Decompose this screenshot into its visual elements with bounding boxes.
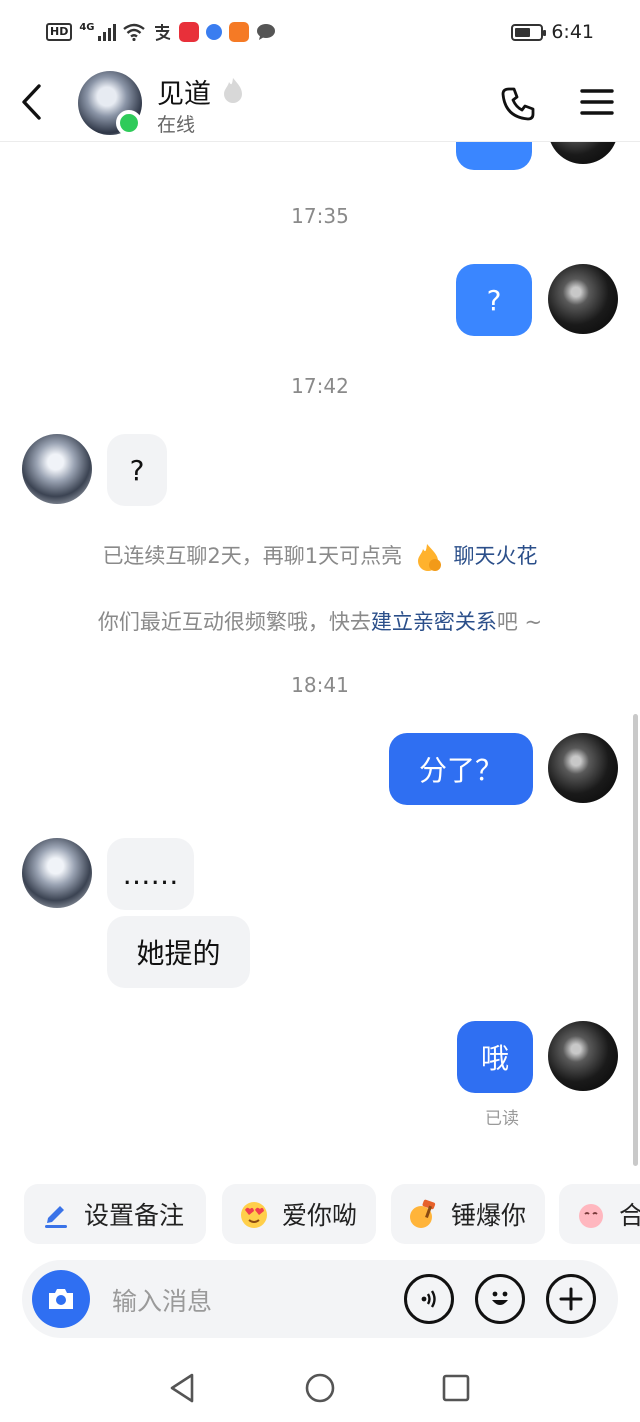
self-avatar[interactable] bbox=[548, 733, 618, 803]
flame-icon bbox=[417, 544, 441, 571]
emoji-button[interactable] bbox=[475, 1274, 525, 1324]
message-input-bar: 输入消息 bbox=[22, 1260, 618, 1338]
hammer-emoji-icon bbox=[410, 1199, 436, 1228]
timestamp: 17:42 bbox=[291, 374, 349, 398]
system-nav-bar bbox=[0, 1352, 640, 1422]
battery-icon bbox=[511, 23, 547, 41]
chat-spark-icon[interactable] bbox=[220, 76, 246, 104]
received-message[interactable]: ? bbox=[107, 434, 167, 506]
more-button[interactable] bbox=[546, 1274, 596, 1324]
spark-streak-notice: 已连续互聊2天，再聊1天可点亮 聊天火花 bbox=[0, 540, 640, 572]
contact-avatar[interactable] bbox=[22, 434, 92, 504]
message-input[interactable]: 输入消息 bbox=[112, 1282, 212, 1318]
call-button[interactable] bbox=[500, 86, 536, 126]
app-icon bbox=[178, 22, 199, 42]
back-button[interactable] bbox=[16, 82, 46, 122]
chat-messages[interactable]: 17:35 ? 17:42 ? 已连续互聊2天，再聊1天可点亮 聊天火花 你们最… bbox=[0, 142, 640, 1178]
set-remark-chip[interactable]: 设置备注 bbox=[24, 1184, 206, 1244]
browser-icon bbox=[205, 24, 222, 40]
triangle-back-icon bbox=[170, 1373, 194, 1403]
more-chip[interactable]: 合 bbox=[559, 1184, 640, 1244]
chip-label: 设置备注 bbox=[84, 1201, 185, 1230]
blush-emoji-icon bbox=[579, 1204, 603, 1228]
online-status-dot bbox=[116, 110, 142, 136]
camera-icon bbox=[49, 1289, 73, 1309]
message-bubble-partial[interactable] bbox=[456, 142, 532, 170]
read-receipt: 已读 bbox=[485, 1109, 519, 1129]
contact-avatar[interactable] bbox=[22, 838, 92, 908]
voice-button[interactable] bbox=[404, 1274, 454, 1324]
square-recents-icon bbox=[442, 1374, 470, 1402]
plus-icon bbox=[559, 1287, 583, 1311]
build-relationship-link[interactable]: 建立亲密关系 bbox=[371, 610, 497, 634]
chip-label: 合 bbox=[619, 1201, 640, 1230]
self-avatar[interactable] bbox=[548, 264, 618, 334]
chip-label: 爱你呦 bbox=[282, 1201, 358, 1230]
timestamp: 17:35 bbox=[291, 204, 349, 228]
camera-button[interactable] bbox=[32, 1270, 90, 1328]
voice-icon bbox=[421, 1290, 436, 1308]
clock: 6:41 bbox=[551, 21, 594, 43]
hd-icon: HD bbox=[46, 23, 73, 41]
chat-header: 见道 在线 bbox=[0, 64, 640, 142]
chevron-left-icon bbox=[22, 84, 41, 120]
chip-label: 锤爆你 bbox=[451, 1201, 527, 1230]
pencil-icon bbox=[45, 1206, 67, 1228]
alipay-icon bbox=[154, 24, 170, 41]
menu-icon bbox=[580, 89, 614, 115]
sent-message[interactable]: ? bbox=[456, 264, 532, 336]
signal-icon bbox=[97, 23, 116, 41]
scrollbar[interactable] bbox=[633, 714, 638, 1166]
chat-spark-link[interactable]: 聊天火花 bbox=[454, 544, 538, 568]
love-emoji-icon bbox=[241, 1202, 267, 1228]
received-message[interactable]: 她提的 bbox=[107, 916, 250, 988]
phone-icon bbox=[501, 87, 535, 121]
self-avatar[interactable] bbox=[548, 1021, 618, 1091]
nav-home-button[interactable] bbox=[302, 1370, 338, 1406]
self-avatar[interactable] bbox=[548, 142, 618, 164]
intimacy-text: 你们最近互动很频繁哦，快去 bbox=[97, 610, 371, 634]
contact-name[interactable]: 见道 bbox=[157, 72, 211, 111]
contact-status: 在线 bbox=[157, 114, 196, 136]
smash-you-chip[interactable]: 锤爆你 bbox=[391, 1184, 545, 1244]
network-label: 4G bbox=[79, 21, 95, 33]
circle-home-icon bbox=[305, 1373, 335, 1403]
quick-actions-bar: 设置备注 爱你呦 锤爆你 合 bbox=[0, 1182, 640, 1246]
received-message[interactable]: …… bbox=[107, 838, 194, 910]
message-icon bbox=[256, 24, 275, 40]
smiley-icon bbox=[492, 1291, 508, 1305]
nav-recents-button[interactable] bbox=[438, 1370, 474, 1406]
wifi-icon bbox=[122, 23, 145, 41]
intimacy-notice: 你们最近互动很频繁哦，快去建立亲密关系吧 ~ bbox=[0, 606, 640, 636]
sent-message[interactable]: 分了？ bbox=[389, 733, 533, 805]
more-menu-button[interactable] bbox=[580, 88, 614, 120]
status-bar: HD 4G 6:41 bbox=[0, 0, 640, 64]
sent-message[interactable]: 哦 bbox=[457, 1021, 533, 1093]
spark-streak-text: 已连续互聊2天，再聊1天可点亮 bbox=[102, 544, 403, 568]
nav-back-button[interactable] bbox=[164, 1370, 200, 1406]
love-you-chip[interactable]: 爱你呦 bbox=[222, 1184, 376, 1244]
player-icon bbox=[228, 22, 249, 42]
timestamp: 18:41 bbox=[291, 673, 349, 697]
intimacy-text-suffix: 吧 ~ bbox=[496, 610, 543, 634]
